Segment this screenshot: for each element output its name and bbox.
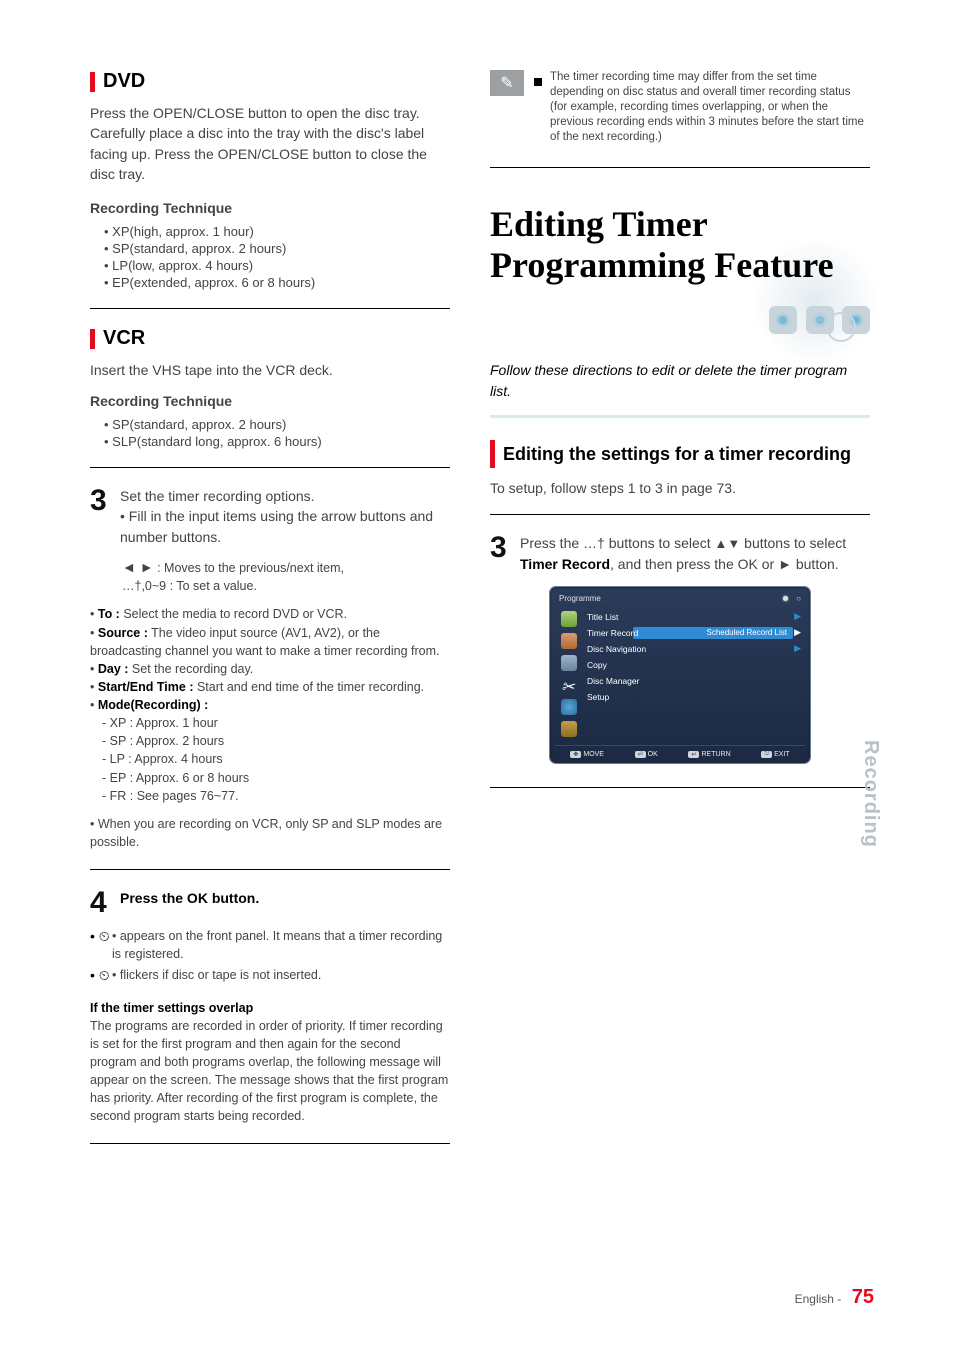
left-right-arrows: ◄ ► bbox=[122, 559, 154, 575]
red-bar bbox=[490, 440, 495, 468]
page-number: English - 75 bbox=[795, 1286, 874, 1309]
title-line-2: Programming Feature bbox=[490, 245, 834, 285]
lead-text: Follow these directions to edit or delet… bbox=[490, 360, 870, 401]
note-bullet bbox=[534, 78, 542, 86]
list-item: SP(standard, approx. 2 hours) bbox=[104, 417, 450, 432]
timer-dot-icon bbox=[783, 596, 788, 601]
overlap-heading: If the timer settings overlap bbox=[90, 999, 450, 1017]
sub-heading-text: Editing the settings for a timer recordi… bbox=[503, 444, 851, 465]
dvd-body-text: Press the OPEN/CLOSE button to open the … bbox=[90, 103, 450, 184]
feature-title: Editing Timer Programming Feature bbox=[490, 186, 870, 361]
note-icon: ✎ bbox=[490, 70, 524, 96]
divider bbox=[490, 167, 870, 168]
step3-line1: Set the timer recording options. bbox=[120, 488, 315, 504]
red-bar bbox=[90, 72, 95, 92]
step-number: 3 bbox=[490, 533, 520, 574]
divider bbox=[490, 787, 870, 788]
list-item: SLP(standard long, approx. 6 hours) bbox=[104, 434, 450, 449]
osd-footer: ✥MOVE ⏎OK ↩RETURN ⎋EXIT bbox=[555, 745, 805, 758]
osd-row: Copy bbox=[585, 657, 789, 673]
osd-row-highlighted: Timer Record Scheduled Record List ▶ bbox=[585, 625, 789, 641]
step-3: 3 Set the timer recording options. • Fil… bbox=[90, 486, 450, 547]
dvd-tech-mode-list: XP(high, approx. 1 hour) SP(standard, ap… bbox=[90, 224, 450, 290]
disc-manager-icon bbox=[561, 699, 577, 715]
vcr-rec-tech-label: Recording Technique bbox=[90, 391, 450, 411]
title-list-icon bbox=[561, 611, 577, 627]
overlap-text: The programs are recorded in order of pr… bbox=[90, 1017, 450, 1126]
disc-navigation-icon bbox=[561, 655, 577, 671]
note-text: The timer recording time may differ from… bbox=[550, 70, 870, 145]
sub-body: To setup, follow steps 1 to 3 in page 73… bbox=[490, 478, 870, 498]
right-column: ✎ The timer recording time may differ fr… bbox=[490, 70, 870, 806]
red-bar bbox=[90, 329, 95, 349]
step-4: 4 Press the OK button. bbox=[90, 888, 450, 918]
vcr-section-heading: VCR bbox=[90, 327, 450, 350]
vcr-mode-note: • When you are recording on VCR, only SP… bbox=[90, 815, 450, 851]
list-item: LP(low, approx. 4 hours) bbox=[104, 258, 450, 273]
dvd-section-heading: DVD bbox=[90, 70, 450, 93]
osd-menu-illustration: Programme ○ ✂ Title List bbox=[550, 587, 810, 763]
step-number: 3 bbox=[90, 486, 120, 547]
copy-icon: ✂ bbox=[561, 677, 577, 693]
osd-row: Disc Navigation ▶ bbox=[585, 641, 789, 657]
step-number: 4 bbox=[90, 888, 120, 918]
osd-row: Disc Manager bbox=[585, 673, 789, 689]
step3-movements: ◄ ► : Moves to the previous/next item, …… bbox=[90, 557, 450, 595]
right-arrow-icon: ► bbox=[778, 556, 792, 572]
divider bbox=[90, 869, 450, 870]
step3-line2: • Fill in the input items using the arro… bbox=[120, 508, 433, 544]
list-item: XP(high, approx. 1 hour) bbox=[104, 224, 450, 239]
divider bbox=[90, 467, 450, 468]
clock-icon: • ⏲ bbox=[90, 928, 112, 945]
divider bbox=[490, 514, 870, 515]
setup-icon bbox=[561, 721, 577, 737]
indicator-row: • ⏲ • flickers if disc or tape is not in… bbox=[90, 967, 450, 985]
step-3-right: 3 Press the …† buttons to select ▲▼ butt… bbox=[490, 533, 870, 574]
vcr-tech-mode-list: SP(standard, approx. 2 hours) SLP(standa… bbox=[90, 417, 450, 449]
dvd-label: DVD bbox=[103, 70, 145, 93]
ok-key-icon: ⏎ bbox=[635, 751, 646, 758]
title-line-1: Editing Timer bbox=[490, 204, 708, 244]
list-item: EP(extended, approx. 6 or 8 hours) bbox=[104, 275, 450, 290]
accent-divider bbox=[490, 415, 870, 418]
vcr-label: VCR bbox=[103, 327, 145, 350]
osd-row: Title List ▶ bbox=[585, 609, 789, 625]
chevron-right-icon: ▶ bbox=[794, 643, 801, 654]
section-tab: Recording bbox=[859, 740, 882, 848]
osd-row: Setup bbox=[585, 689, 789, 705]
move-key-icon: ✥ bbox=[570, 751, 581, 758]
list-item: SP(standard, approx. 2 hours) bbox=[104, 241, 450, 256]
clock-icon: • ⏲ bbox=[90, 967, 112, 984]
left-column: DVD Press the OPEN/CLOSE button to open … bbox=[90, 70, 450, 1162]
fields-block: • To : Select the media to record DVD or… bbox=[90, 605, 450, 804]
osd-title: Programme bbox=[559, 594, 601, 603]
return-key-icon: ↩ bbox=[688, 751, 699, 758]
osd-indicator: ○ bbox=[796, 594, 801, 603]
osd-sidebar-icons: ✂ bbox=[555, 607, 583, 741]
indicator-row: • ⏲ • appears on the front panel. It mea… bbox=[90, 928, 450, 963]
dvd-rec-tech-label: Recording Technique bbox=[90, 198, 450, 218]
divider bbox=[90, 1143, 450, 1144]
divider bbox=[90, 308, 450, 309]
timer-record-icon bbox=[561, 633, 577, 649]
subsection-heading: Editing the settings for a timer recordi… bbox=[490, 440, 870, 468]
chevron-right-icon: ▶ bbox=[794, 627, 801, 638]
chevron-right-icon: ▶ bbox=[794, 611, 801, 622]
note-box: ✎ The timer recording time may differ fr… bbox=[490, 70, 870, 145]
exit-key-icon: ⎋ bbox=[761, 751, 772, 758]
vcr-body-text: Insert the VHS tape into the VCR deck. bbox=[90, 360, 450, 380]
